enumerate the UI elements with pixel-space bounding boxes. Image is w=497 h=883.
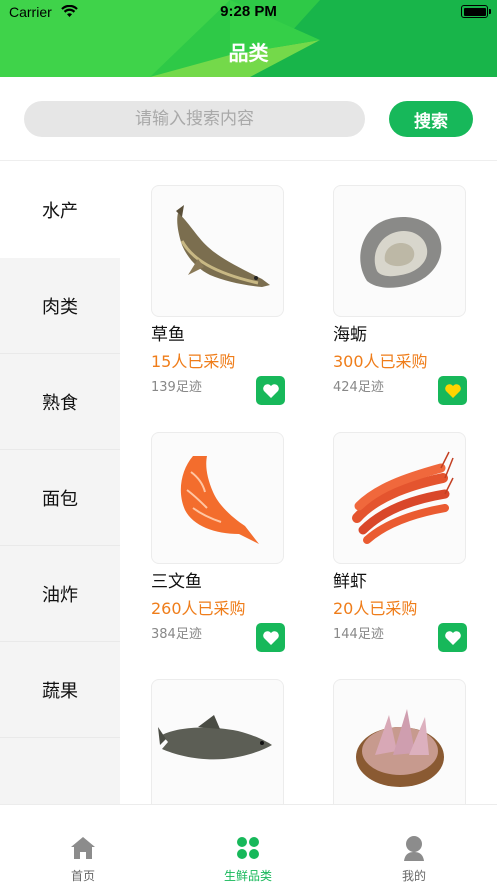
sidebar-item-bread[interactable]: 面包 (0, 450, 120, 546)
heart-icon (262, 630, 279, 645)
product-purchase-count: 260人已采购 (151, 599, 246, 618)
product-image-fish (151, 679, 284, 804)
favorite-button[interactable] (256, 623, 285, 652)
tab-label: 我的 (401, 869, 426, 883)
heart-filled-icon (444, 383, 461, 398)
product-card[interactable]: 三文鱼 260人已采购 384足迹 (151, 432, 301, 652)
favorite-button[interactable] (438, 376, 467, 405)
header-bar: Carrier 9:28 PM 品类 (0, 0, 497, 77)
product-grid: 草鱼 15人已采购 139足迹 海蛎 300人已采购 424足迹 三文鱼 260… (120, 162, 497, 804)
product-name: 鲜虾 (333, 572, 367, 592)
clock-time: 9:28 PM (220, 3, 277, 20)
sidebar-item-label: 熟食 (42, 392, 78, 414)
product-image-shrimp (333, 432, 466, 564)
product-card[interactable] (333, 679, 483, 804)
sidebar-item-label: 水产 (42, 201, 78, 222)
sidebar-item-produce[interactable]: 蔬果 (0, 642, 120, 738)
sidebar-item-seafood[interactable]: 水产 (0, 162, 120, 258)
page-title: 品类 (228, 41, 269, 65)
battery-icon (461, 5, 491, 18)
search-button[interactable]: 搜索 (389, 101, 473, 137)
sidebar-item-deli[interactable]: 熟食 (0, 354, 120, 450)
tab-home[interactable]: 首页 (23, 805, 143, 883)
tab-label: 首页 (70, 869, 95, 883)
product-card[interactable] (151, 679, 301, 804)
favorite-button[interactable] (256, 376, 285, 405)
sidebar-item-meat[interactable]: 肉类 (0, 258, 120, 354)
status-bar: Carrier 9:28 PM (0, 0, 497, 26)
tab-categories[interactable]: 生鲜品类 (188, 805, 308, 883)
shrimp-image (351, 451, 454, 544)
sidebar-item-fried[interactable]: 油炸 (0, 546, 120, 642)
search-bar: 搜索 (0, 77, 497, 161)
product-purchase-count: 20人已采购 (333, 599, 418, 618)
heart-icon (262, 383, 279, 398)
fish-image (157, 715, 272, 760)
tab-profile[interactable]: 我的 (354, 805, 474, 883)
product-image-oyster (333, 185, 466, 317)
sidebar-item-label: 油炸 (42, 584, 78, 606)
heart-icon (444, 630, 461, 645)
product-name: 草鱼 (151, 325, 185, 345)
tab-label: 生鲜品类 (223, 869, 272, 883)
salmon-image (180, 456, 259, 544)
product-name: 海蛎 (333, 325, 367, 345)
product-image-grass-carp (151, 185, 284, 317)
user-icon (404, 836, 424, 861)
grid-icon (237, 837, 259, 859)
product-name: 三文鱼 (151, 572, 202, 592)
product-purchase-count: 300人已采购 (333, 352, 428, 371)
product-card[interactable]: 鲜虾 20人已采购 144足迹 (333, 432, 483, 652)
sidebar-item-label: 面包 (42, 488, 78, 510)
sidebar-item-label: 肉类 (42, 296, 78, 318)
sidebar-item-label: 蔬果 (42, 680, 78, 702)
product-purchase-count: 15人已采购 (151, 352, 236, 371)
squid-image (355, 709, 444, 787)
product-image-salmon (151, 432, 284, 564)
search-input[interactable] (24, 101, 365, 137)
product-card[interactable]: 草鱼 15人已采购 139足迹 (151, 185, 301, 405)
category-sidebar: 水产 肉类 熟食 面包 油炸 蔬果 (0, 162, 120, 804)
oyster-image (359, 217, 441, 288)
favorite-button[interactable] (438, 623, 467, 652)
home-icon (71, 837, 95, 859)
grass-carp-image (175, 205, 270, 287)
product-card[interactable]: 海蛎 300人已采购 424足迹 (333, 185, 483, 405)
product-image-squid (333, 679, 466, 804)
bottom-tab-bar: 首页 生鲜品类 我的 (0, 804, 497, 883)
